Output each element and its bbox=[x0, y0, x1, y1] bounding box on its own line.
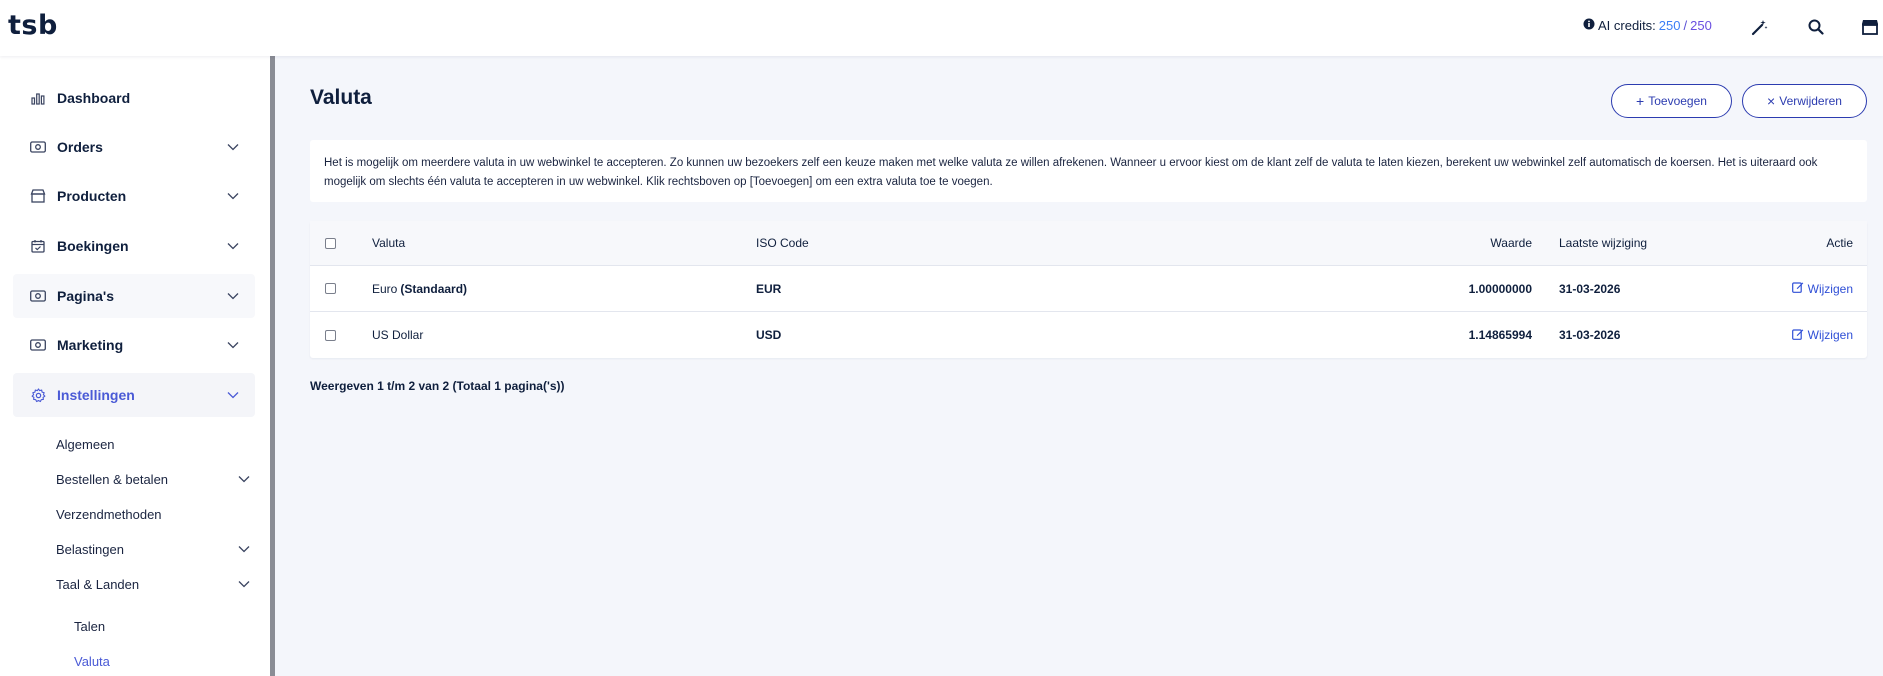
row-checkbox[interactable] bbox=[325, 312, 336, 358]
money-icon bbox=[29, 287, 47, 305]
sidebar-item-dashboard[interactable]: Dashboard bbox=[13, 76, 255, 120]
currency-table: Valuta ISO Code Waarde Laatste wijziging… bbox=[310, 221, 1867, 358]
chevron-down-icon bbox=[227, 339, 239, 351]
chevron-down-icon bbox=[227, 141, 239, 153]
money-icon bbox=[29, 138, 47, 156]
magic-wand-icon[interactable] bbox=[1746, 14, 1772, 40]
pagination-summary: Weergeven 1 t/m 2 van 2 (Totaal 1 pagina… bbox=[310, 379, 565, 393]
plus-icon: + bbox=[1636, 93, 1645, 109]
sidebar-item-label: Producten bbox=[57, 188, 127, 204]
info-circle-icon bbox=[1583, 18, 1595, 33]
ai-credits-total: 250 bbox=[1690, 18, 1712, 33]
column-header-iso-code[interactable]: ISO Code bbox=[756, 221, 809, 265]
last-modified: 31-03-2026 bbox=[1559, 328, 1621, 342]
last-modified: 31-03-2026 bbox=[1559, 281, 1621, 296]
sidebar-item-producten[interactable]: Producten bbox=[13, 174, 255, 218]
sidebar-subitem-taal-landen[interactable]: Taal & Landen bbox=[56, 570, 254, 598]
sidebar-subitem-label: Belastingen bbox=[56, 541, 124, 557]
money-icon bbox=[29, 336, 47, 354]
top-bar: tsb AI credits: 250 / 250 bbox=[0, 0, 1883, 56]
default-tag: (Standaard) bbox=[400, 281, 468, 296]
store-icon[interactable] bbox=[1857, 14, 1883, 40]
gear-icon bbox=[29, 386, 47, 404]
table-row: Euro (Standaard) EUR 1.00000000 31-03-20… bbox=[310, 266, 1867, 312]
chevron-down-icon bbox=[227, 290, 239, 302]
sidebar-item-label: Pagina's bbox=[57, 288, 115, 304]
page-title: Valuta bbox=[310, 86, 372, 109]
add-button-label: Toevoegen bbox=[1648, 94, 1707, 108]
edit-link[interactable]: Wijzigen bbox=[1791, 328, 1853, 343]
table-header: Valuta ISO Code Waarde Laatste wijziging… bbox=[310, 221, 1867, 266]
edit-link-label: Wijzigen bbox=[1807, 328, 1853, 342]
sidebar-subsubitem-talen[interactable]: Talen bbox=[74, 612, 105, 640]
sidebar-subitem-label: Taal & Landen bbox=[56, 576, 140, 592]
sidebar-item-label: Orders bbox=[57, 139, 103, 155]
ai-credits-label: AI credits: bbox=[1598, 18, 1656, 33]
ai-credits-separator: / bbox=[1683, 18, 1688, 33]
ai-credits: AI credits: 250 / 250 bbox=[1583, 18, 1712, 33]
edit-link-label: Wijzigen bbox=[1807, 281, 1853, 296]
currency-name: US Dollar bbox=[372, 312, 423, 358]
currency-value: 1.14865994 bbox=[1468, 328, 1532, 342]
logo[interactable]: tsb bbox=[8, 10, 58, 41]
sidebar-subitem-bestellen-betalen[interactable]: Bestellen & betalen bbox=[56, 465, 254, 493]
sidebar-subitem-label: Algemeen bbox=[56, 436, 115, 452]
sidebar: Dashboard Orders Producten Boekingen Pag… bbox=[0, 56, 275, 676]
edit-action: Wijzigen bbox=[1710, 312, 1853, 358]
iso-code: USD bbox=[756, 328, 782, 342]
chevron-down-icon bbox=[238, 543, 250, 555]
sidebar-subitem-belastingen[interactable]: Belastingen bbox=[56, 535, 254, 563]
shop-icon bbox=[29, 187, 47, 205]
info-text: Het is mogelijk om meerdere valuta in uw… bbox=[324, 157, 1818, 188]
row-checkbox[interactable] bbox=[325, 266, 336, 311]
sidebar-item-label: Marketing bbox=[57, 337, 124, 353]
bar-chart-icon bbox=[29, 89, 47, 107]
chevron-down-icon bbox=[238, 578, 250, 590]
sidebar-item-label: Instellingen bbox=[57, 387, 135, 403]
column-header-laatste-wijziging[interactable]: Laatste wijziging bbox=[1559, 221, 1647, 265]
calendar-icon bbox=[29, 237, 47, 255]
edit-action: Wijzigen bbox=[1710, 266, 1853, 311]
currency-name-text: US Dollar bbox=[372, 328, 424, 342]
sidebar-item-orders[interactable]: Orders bbox=[13, 125, 255, 169]
table-row: US Dollar USD 1.14865994 31-03-2026 Wijz… bbox=[310, 312, 1867, 358]
chevron-down-icon bbox=[227, 240, 239, 252]
currency-name: Euro (Standaard) bbox=[372, 266, 467, 311]
currency-name-text: Euro bbox=[372, 281, 398, 296]
sidebar-subitem-algemeen[interactable]: Algemeen bbox=[56, 430, 254, 458]
chevron-down-icon bbox=[238, 473, 250, 485]
chevron-down-icon bbox=[227, 389, 239, 401]
close-icon: × bbox=[1767, 93, 1776, 109]
sidebar-item-label: Dashboard bbox=[57, 90, 131, 106]
sidebar-subitem-label: Bestellen & betalen bbox=[56, 471, 169, 487]
sidebar-subitem-label: Verzendmethoden bbox=[56, 506, 162, 522]
info-box: Het is mogelijk om meerdere valuta in uw… bbox=[310, 140, 1867, 202]
edit-icon bbox=[1791, 328, 1804, 343]
iso-code: EUR bbox=[756, 281, 782, 296]
sidebar-item-instellingen[interactable]: Instellingen bbox=[13, 373, 255, 417]
search-icon[interactable] bbox=[1803, 14, 1829, 40]
chevron-down-icon bbox=[227, 190, 239, 202]
edit-link[interactable]: Wijzigen bbox=[1791, 281, 1853, 296]
select-all-checkbox[interactable] bbox=[325, 221, 336, 265]
sidebar-subitem-verzendmethoden[interactable]: Verzendmethoden bbox=[56, 500, 254, 528]
sidebar-item-label: Boekingen bbox=[57, 238, 129, 254]
edit-icon bbox=[1791, 281, 1804, 296]
sidebar-item-marketing[interactable]: Marketing bbox=[13, 323, 255, 367]
ai-credits-used: 250 bbox=[1658, 18, 1681, 33]
delete-button[interactable]: × Verwijderen bbox=[1742, 84, 1867, 118]
sidebar-item-boekingen[interactable]: Boekingen bbox=[13, 224, 255, 268]
currency-value: 1.00000000 bbox=[1468, 281, 1532, 296]
sidebar-item-paginas[interactable]: Pagina's bbox=[13, 274, 255, 318]
sidebar-subsubitem-valuta[interactable]: Valuta bbox=[74, 647, 110, 675]
add-button[interactable]: + Toevoegen bbox=[1611, 84, 1732, 118]
delete-button-label: Verwijderen bbox=[1779, 94, 1842, 108]
column-header-actie: Actie bbox=[1826, 236, 1853, 250]
column-header-valuta[interactable]: Valuta bbox=[372, 221, 405, 265]
column-header-waarde[interactable]: Waarde bbox=[1310, 221, 1532, 265]
